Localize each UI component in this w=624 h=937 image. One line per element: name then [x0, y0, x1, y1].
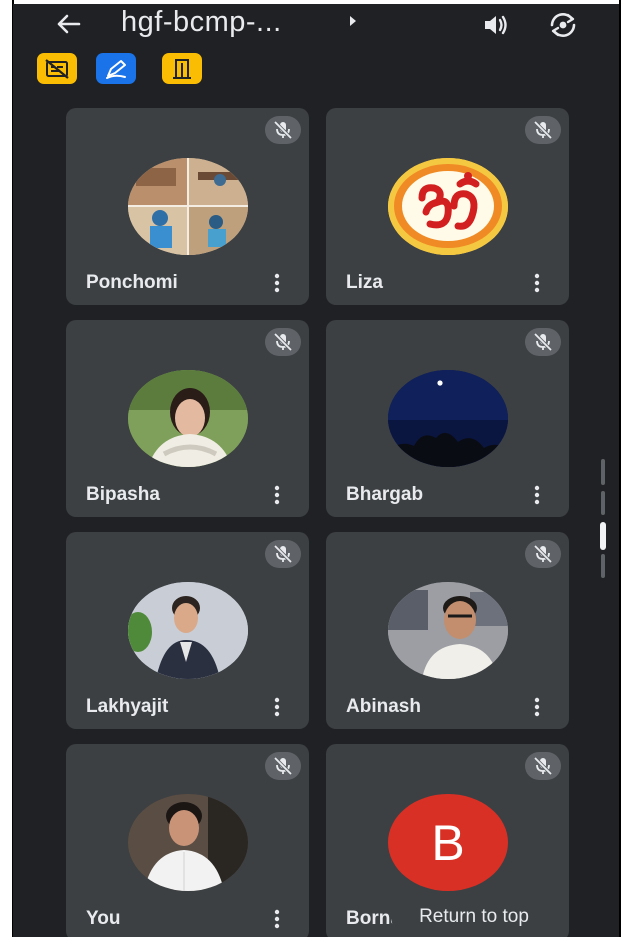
participant-tile[interactable]: Ponchomi — [66, 108, 309, 305]
participant-avatar — [388, 158, 508, 255]
audio-output-button[interactable] — [478, 10, 514, 40]
participant-tile[interactable]: Abinash — [326, 532, 569, 729]
participant-tile[interactable]: Bipasha — [66, 320, 309, 517]
participant-avatar: B — [388, 794, 508, 891]
more-options-button[interactable] — [264, 482, 290, 508]
whiteboard-chip[interactable] — [96, 53, 136, 84]
participant-avatar — [388, 370, 508, 467]
scrollbar-track[interactable] — [601, 459, 605, 485]
profile-photo — [388, 582, 508, 679]
more-vert-icon — [274, 697, 280, 717]
participant-tile[interactable]: You — [66, 744, 309, 937]
more-vert-icon — [534, 485, 540, 505]
whiteboard-pen-icon — [106, 59, 126, 79]
mic-off-badge — [525, 752, 561, 780]
participant-avatar — [128, 794, 248, 891]
participant-name: Lakhyajit — [86, 696, 169, 717]
more-options-button[interactable] — [524, 694, 550, 720]
switch-camera-button[interactable] — [544, 8, 582, 42]
participant-avatar — [128, 158, 248, 255]
participant-tile[interactable]: Lakhyajit — [66, 532, 309, 729]
speaker-icon — [485, 15, 507, 35]
mic-off-badge — [265, 752, 301, 780]
scrollbar-track[interactable] — [601, 554, 605, 578]
mic-off-icon — [533, 544, 553, 564]
scrollbar-thumb[interactable] — [600, 522, 606, 550]
profile-photo — [128, 582, 248, 679]
mic-off-icon — [533, 120, 553, 140]
frame-right-border — [619, 0, 621, 937]
back-arrow-icon — [57, 14, 81, 34]
participant-name: Bhargab — [346, 484, 424, 505]
mic-off-icon — [273, 120, 293, 140]
mic-off-badge — [525, 328, 561, 356]
mic-off-badge — [265, 328, 301, 356]
more-options-button[interactable] — [264, 270, 290, 296]
exit-chip[interactable] — [162, 53, 202, 84]
collage-photo — [128, 158, 248, 255]
top-bar: hgf-bcmp-... — [13, 4, 619, 44]
mic-off-badge — [265, 116, 301, 144]
mic-off-badge — [525, 540, 561, 568]
profile-photo — [128, 370, 248, 467]
mic-off-icon — [533, 332, 553, 352]
participant-name: You — [86, 908, 121, 929]
mic-off-badge — [525, 116, 561, 144]
participant-tile[interactable]: Bhargab — [326, 320, 569, 517]
door-exit-icon — [173, 58, 191, 79]
participant-name: Ponchomi — [86, 272, 178, 293]
more-vert-icon — [534, 273, 540, 293]
title-dropdown[interactable] — [348, 14, 358, 33]
mic-off-icon — [273, 332, 293, 352]
participant-avatar — [128, 582, 248, 679]
participant-tile[interactable]: Liza — [326, 108, 569, 305]
om-symbol-image — [388, 158, 508, 255]
mic-off-icon — [533, 756, 553, 776]
more-options-button[interactable] — [264, 906, 290, 932]
avatar-initial: B — [431, 814, 465, 871]
participant-name: Abinash — [346, 696, 421, 717]
scrollbar-track[interactable] — [601, 491, 605, 515]
participant-avatar — [128, 370, 248, 467]
more-options-button[interactable] — [524, 482, 550, 508]
meet-screen: hgf-bcmp-... Ponchomi Liza Bipasha Bharg… — [13, 4, 619, 937]
back-button[interactable] — [51, 8, 85, 40]
more-vert-icon — [534, 697, 540, 717]
night-sky-photo — [388, 370, 508, 467]
more-vert-icon — [274, 485, 280, 505]
mic-off-badge — [265, 540, 301, 568]
more-vert-icon — [274, 909, 280, 929]
return-to-top-button[interactable]: Return to top — [391, 899, 557, 935]
participant-name: Liza — [346, 272, 383, 293]
participant-name: Bipasha — [86, 484, 160, 505]
profile-photo — [128, 794, 248, 891]
more-options-button[interactable] — [264, 694, 290, 720]
mic-off-icon — [273, 756, 293, 776]
caret-right-icon — [350, 16, 356, 26]
more-options-button[interactable] — [524, 270, 550, 296]
meeting-title[interactable]: hgf-bcmp-... — [121, 6, 282, 39]
captions-off-chip[interactable] — [37, 53, 77, 84]
more-vert-icon — [274, 273, 280, 293]
camera-flip-icon — [550, 13, 576, 37]
participant-avatar — [388, 582, 508, 679]
captions-off-icon — [45, 58, 69, 79]
mic-off-icon — [273, 544, 293, 564]
